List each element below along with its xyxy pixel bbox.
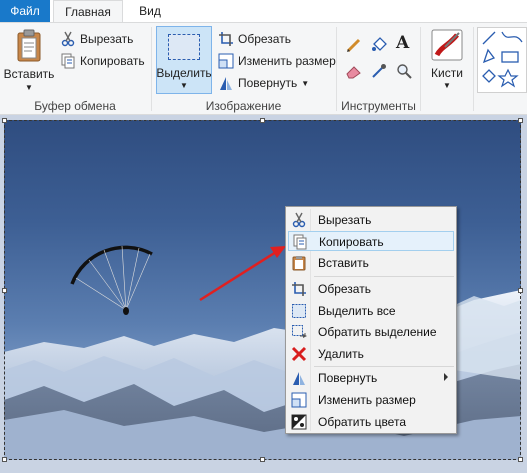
menu-item-cut[interactable]: Вырезать <box>288 210 454 230</box>
submenu-arrow-icon <box>444 373 448 381</box>
rotate-icon <box>220 77 232 90</box>
rotate-icon <box>293 372 305 385</box>
tab-file[interactable]: Файл <box>0 0 50 22</box>
select-button[interactable]: Выделить ▼ <box>156 26 212 94</box>
chevron-down-icon: ▼ <box>301 78 310 88</box>
group-divider <box>473 27 474 111</box>
menu-item-label: Обратить цвета <box>318 415 406 429</box>
menu-item-select-all[interactable]: Выделить все <box>288 301 454 321</box>
tab-home[interactable]: Главная <box>53 0 123 23</box>
menu-item-invert-selection[interactable]: Обратить выделение <box>288 322 454 342</box>
resize-handle[interactable] <box>518 118 523 123</box>
resize-handle[interactable] <box>260 457 265 462</box>
clipboard-group-label: Буфер обмена <box>34 99 116 113</box>
menu-item-resize[interactable]: Изменить размер <box>288 390 454 410</box>
brushes-label: Кисти <box>431 66 463 80</box>
menu-item-paste[interactable]: Вставить <box>288 253 454 273</box>
select-label: Выделить <box>156 66 212 80</box>
resize-icon <box>218 53 234 69</box>
text-tool-icon[interactable]: A <box>396 33 409 53</box>
chevron-down-icon: ▼ <box>180 81 188 90</box>
invert-selection-icon <box>292 325 307 338</box>
paste-button[interactable]: Вставить ▼ <box>4 29 54 92</box>
tab-view[interactable]: Вид <box>128 0 172 23</box>
chevron-down-icon: ▼ <box>443 81 451 90</box>
menu-item-label: Копировать <box>319 235 384 249</box>
pencil-icon[interactable] <box>346 37 362 53</box>
tools-group-label: Инструменты <box>341 99 416 113</box>
menu-separator <box>314 366 454 367</box>
shapes-gallery[interactable] <box>477 27 527 93</box>
shapes-icon <box>482 31 523 88</box>
delete-icon <box>291 346 307 362</box>
clipboard-icon <box>17 29 41 62</box>
menu-separator <box>314 276 454 277</box>
rotate-button[interactable]: Повернуть ▼ <box>218 75 309 91</box>
resize-handle[interactable] <box>260 118 265 123</box>
scissors-icon <box>292 212 306 228</box>
ribbon: Вставить ▼ Вырезать Копировать Буфер обм… <box>0 22 527 115</box>
copy-label: Копировать <box>80 54 145 68</box>
cut-button[interactable]: Вырезать <box>60 31 133 47</box>
invert-colors-icon <box>291 414 307 430</box>
resize-button[interactable]: Изменить размер <box>218 53 336 69</box>
ribbon-tabs: Файл Главная Вид <box>0 0 527 23</box>
scissors-icon <box>61 31 75 47</box>
resize-handle[interactable] <box>2 457 7 462</box>
context-menu: Вырезать Копировать Вставить Обрезать Вы… <box>285 206 457 434</box>
resize-icon <box>291 392 307 408</box>
crop-button[interactable]: Обрезать <box>218 31 291 47</box>
cut-label: Вырезать <box>80 32 134 46</box>
selection-rectangle-icon <box>168 34 200 60</box>
copy-button[interactable]: Копировать <box>60 53 145 69</box>
menu-item-label: Вырезать <box>318 213 372 227</box>
menu-item-copy[interactable]: Копировать <box>288 231 454 251</box>
menu-item-label: Удалить <box>318 347 364 361</box>
menu-item-label: Повернуть <box>318 371 378 385</box>
copy-icon <box>293 234 307 250</box>
paste-icon <box>292 256 306 271</box>
menu-item-label: Вставить <box>318 256 369 270</box>
select-all-icon <box>292 304 306 318</box>
menu-item-invert-colors[interactable]: Обратить цвета <box>288 412 454 432</box>
menu-item-label: Обрезать <box>318 282 371 296</box>
menu-item-label: Изменить размер <box>318 393 416 407</box>
menu-item-label: Обратить выделение <box>318 325 437 339</box>
resize-handle[interactable] <box>518 288 523 293</box>
brush-icon <box>431 29 463 61</box>
eraser-icon[interactable] <box>346 63 362 79</box>
crop-icon <box>219 32 233 46</box>
rotate-label: Повернуть <box>238 76 298 90</box>
menu-item-crop[interactable]: Обрезать <box>288 279 454 299</box>
resize-handle[interactable] <box>2 118 7 123</box>
color-picker-icon[interactable] <box>371 63 387 79</box>
magnifier-icon[interactable] <box>396 63 412 79</box>
resize-label: Изменить размер <box>238 54 336 68</box>
menu-item-label: Выделить все <box>318 304 396 318</box>
image-group-label: Изображение <box>205 99 282 113</box>
menu-item-rotate[interactable]: Повернуть <box>288 368 454 388</box>
crop-label: Обрезать <box>238 32 291 46</box>
crop-icon <box>292 282 306 296</box>
resize-handle[interactable] <box>518 457 523 462</box>
resize-handle[interactable] <box>2 288 7 293</box>
group-divider <box>420 27 421 111</box>
brushes-button[interactable]: Кисти ▼ <box>424 29 470 90</box>
copy-icon <box>61 53 75 69</box>
chevron-down-icon: ▼ <box>25 83 33 92</box>
fill-bucket-icon[interactable] <box>371 37 387 53</box>
menu-item-delete[interactable]: Удалить <box>288 344 454 364</box>
paste-label: Вставить <box>3 67 55 81</box>
